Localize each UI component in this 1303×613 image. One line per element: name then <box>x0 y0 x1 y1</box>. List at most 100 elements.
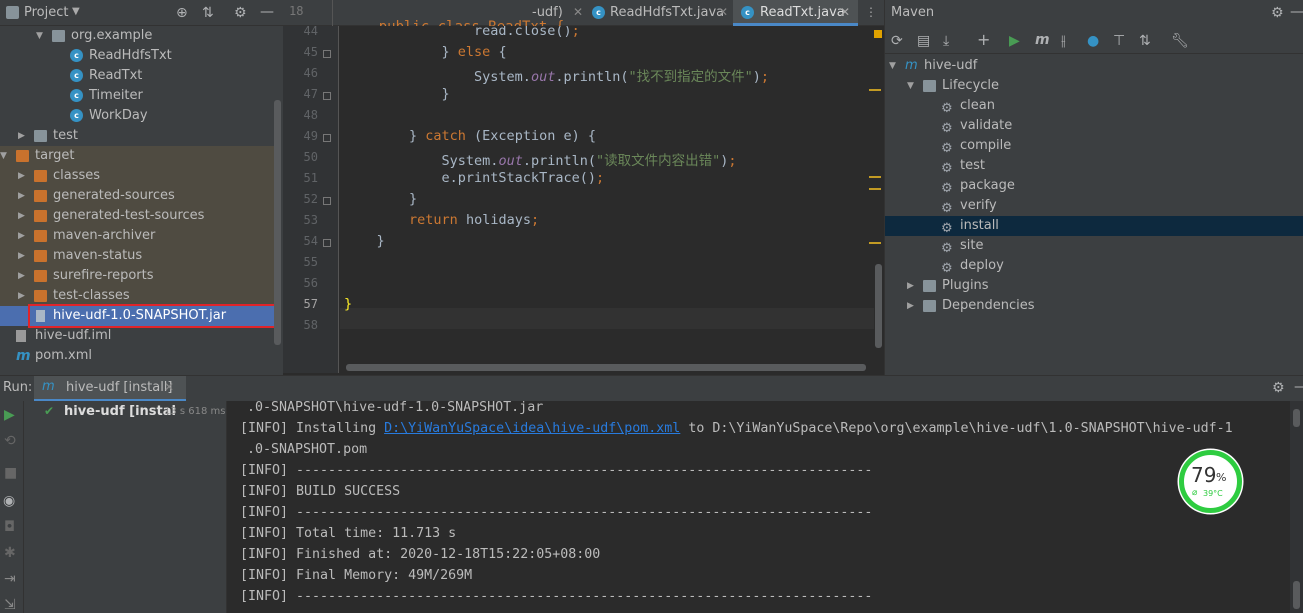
chevron-right-icon[interactable]: ▶ <box>18 186 25 206</box>
collapse-all-icon[interactable]: ⇅ <box>1139 33 1151 49</box>
debug-icon[interactable]: ✱ <box>4 545 16 561</box>
project-tree-item[interactable]: c Timeiter <box>0 86 275 106</box>
exit-icon[interactable]: ⇥ <box>4 571 16 587</box>
chevron-right-icon[interactable]: ▶ <box>18 126 25 146</box>
chevron-right-icon[interactable]: ▶ <box>18 206 25 226</box>
lifecycle-phase-install[interactable]: ⚙ install <box>885 216 1303 236</box>
lifecycle-phase-clean[interactable]: ⚙ clean <box>885 96 1303 116</box>
lifecycle-phase-compile[interactable]: ⚙ compile <box>885 136 1303 156</box>
project-tree-item[interactable]: ▶ test <box>0 126 275 146</box>
project-tree-item[interactable]: ▶ test-classes <box>0 286 275 306</box>
project-tree-item[interactable]: ▼ org.example <box>0 26 275 46</box>
project-tree-item[interactable]: ▶ classes <box>0 166 275 186</box>
lifecycle-phase-deploy[interactable]: ⚙ deploy <box>885 256 1303 276</box>
run-tree-item[interactable]: ✔ hive-udf [instal 13 s 618 ms <box>24 403 227 423</box>
rerun-icon[interactable]: ▶ <box>4 407 15 423</box>
tab-udf[interactable]: -udf) ✕ <box>530 0 590 26</box>
console-scrollbar[interactable] <box>1293 409 1300 427</box>
show-dependencies-icon[interactable]: ⊤ <box>1113 33 1125 49</box>
gear-icon[interactable]: ⚙ <box>1271 5 1284 21</box>
tab-readhdfstxt[interactable]: c ReadHdfsTxt.java ✕ <box>588 0 733 26</box>
chevron-down-icon[interactable]: ▼ <box>0 146 7 166</box>
toggle-offline-icon[interactable]: ⫲ <box>1061 33 1066 49</box>
tab-list-icon[interactable]: ⋮ <box>865 5 877 19</box>
generate-sources-icon[interactable]: ▤ <box>917 33 930 49</box>
project-tree-item[interactable]: c ReadTxt <box>0 66 275 86</box>
lifecycle-phase-site[interactable]: ⚙ site <box>885 236 1303 256</box>
scroll-marker[interactable] <box>869 176 881 178</box>
chevron-right-icon[interactable]: ▶ <box>18 266 25 286</box>
editor-hscrollbar[interactable] <box>346 364 866 371</box>
project-tree-item[interactable]: ▼ target <box>0 146 275 166</box>
collapse-all-icon[interactable]: ⇅ <box>202 5 214 21</box>
scroll-marker[interactable] <box>869 242 881 244</box>
project-tree-item[interactable]: hive-udf-1.0-SNAPSHOT.jar <box>0 304 281 328</box>
close-icon[interactable]: ✕ <box>573 5 583 19</box>
fold-marker[interactable] <box>323 239 331 247</box>
run-tab[interactable]: m hive-udf [install] ✕ <box>34 376 186 402</box>
eye-icon[interactable]: ◉ <box>3 493 15 509</box>
chevron-right-icon[interactable]: ▶ <box>907 276 914 296</box>
scroll-marker[interactable] <box>869 188 881 190</box>
maven-project-node[interactable]: ▼ m hive-udf <box>885 56 1303 76</box>
project-tree-item[interactable]: ▶ generated-sources <box>0 186 275 206</box>
project-tree-item[interactable]: m pom.xml <box>0 346 275 366</box>
project-tree-item[interactable]: c WorkDay <box>0 106 275 126</box>
project-tree-item[interactable]: ▶ surefire-reports <box>0 266 275 286</box>
chevron-right-icon[interactable]: ▶ <box>18 246 25 266</box>
project-tree-item[interactable]: ▶ maven-archiver <box>0 226 275 246</box>
editor-scrollbar[interactable] <box>875 264 882 348</box>
chevron-right-icon[interactable]: ▶ <box>907 296 914 316</box>
chevron-right-icon[interactable]: ▶ <box>18 166 25 186</box>
code-editor[interactable]: read.close(); } else { System.out.printl… <box>340 26 874 373</box>
lifecycle-phase-package[interactable]: ⚙ package <box>885 176 1303 196</box>
run-console[interactable]: .0-SNAPSHOT\hive-udf-1.0-SNAPSHOT.jar [IN… <box>227 401 1303 613</box>
lifecycle-phase-test[interactable]: ⚙ test <box>885 156 1303 176</box>
locate-icon[interactable]: ⊕ <box>176 5 188 21</box>
project-title[interactable]: Project <box>24 5 68 20</box>
add-icon[interactable]: + <box>977 32 990 48</box>
fold-marker[interactable] <box>323 92 331 100</box>
chevron-right-icon[interactable]: ▶ <box>18 286 25 306</box>
chevron-down-icon[interactable]: ▼ <box>36 26 43 46</box>
skip-tests-icon[interactable]: ● <box>1087 33 1099 49</box>
minimize-icon[interactable]: — <box>260 4 274 20</box>
gear-icon[interactable]: ⚙ <box>1272 380 1285 396</box>
plugins-node[interactable]: ▶ Plugins <box>885 276 1303 296</box>
project-tree-item[interactable]: hive-udf.iml <box>0 326 275 346</box>
run-icon[interactable]: ▶ <box>1009 33 1020 49</box>
minimize-icon[interactable]: — <box>1290 4 1303 20</box>
chevron-right-icon[interactable]: ▶ <box>18 226 25 246</box>
lifecycle-node[interactable]: ▼ Lifecycle <box>885 76 1303 96</box>
wrench-icon[interactable]: 🔧︎ <box>1171 33 1189 49</box>
close-icon[interactable]: ✕ <box>718 5 728 19</box>
project-tree-item[interactable]: ▶ generated-test-sources <box>0 206 275 226</box>
chevron-down-icon[interactable]: ▼ <box>907 76 914 96</box>
close-icon[interactable]: ✕ <box>164 380 174 394</box>
dependencies-node[interactable]: ▶ Dependencies <box>885 296 1303 316</box>
system-monitor-widget[interactable]: 79 % ⌀ 39°C <box>1177 448 1244 515</box>
tab-readtxt[interactable]: c ReadTxt.java ✕ <box>733 0 858 26</box>
fold-marker[interactable] <box>323 134 331 142</box>
minimize-icon[interactable]: — <box>1294 379 1303 395</box>
warning-marker[interactable] <box>874 30 882 38</box>
gear-icon[interactable]: ⚙ <box>234 5 247 21</box>
camera-icon[interactable]: ◘ <box>4 519 15 535</box>
fold-marker[interactable] <box>323 50 331 58</box>
scroll-marker[interactable] <box>869 89 881 91</box>
lifecycle-phase-validate[interactable]: ⚙ validate <box>885 116 1303 136</box>
close-icon[interactable]: ✕ <box>840 5 850 19</box>
stop-icon[interactable]: ■ <box>4 465 17 481</box>
console-file-link[interactable]: D:\YiWanYuSpace\idea\hive-udf\pom.xml <box>384 421 680 436</box>
reload-icon[interactable]: ⟳ <box>891 33 903 49</box>
execute-goal-icon[interactable]: m <box>1035 32 1050 48</box>
console-scrollbar[interactable] <box>1293 581 1300 609</box>
chevron-down-icon[interactable]: ▼ <box>72 6 80 17</box>
chevron-down-icon[interactable]: ▼ <box>889 56 896 76</box>
pin-icon[interactable]: ⇲ <box>4 597 16 613</box>
fold-marker[interactable] <box>323 197 331 205</box>
download-icon[interactable]: ⤓ <box>943 33 949 49</box>
project-tree-item[interactable]: ▶ maven-status <box>0 246 275 266</box>
project-scrollbar[interactable] <box>274 100 281 345</box>
lifecycle-phase-verify[interactable]: ⚙ verify <box>885 196 1303 216</box>
